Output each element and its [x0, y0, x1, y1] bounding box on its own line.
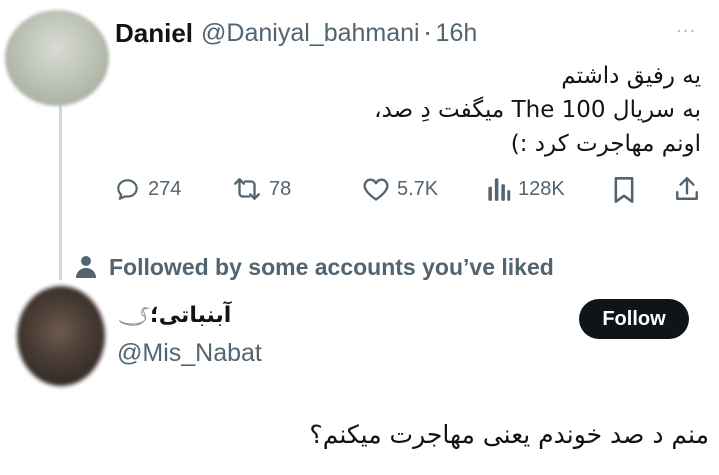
share-button[interactable]: [675, 176, 699, 202]
retweet-icon: [234, 178, 260, 200]
reply-count: 274: [148, 177, 182, 200]
user2-name[interactable]: آبنباتی؛: [150, 303, 231, 328]
user2-handle[interactable]: @Mis_Nabat: [117, 339, 262, 368]
retweet-count: 78: [269, 177, 292, 200]
more-icon[interactable]: ···: [676, 21, 696, 42]
avatar[interactable]: [5, 10, 109, 106]
bookmark-icon: [614, 177, 634, 203]
swan-icon: [118, 306, 150, 326]
retweet-button[interactable]: 78: [232, 176, 291, 202]
author-handle[interactable]: @Daniyal_bahmani: [201, 19, 420, 48]
tweet-text-line: به سریال The 100 میگفت دِ صد،: [374, 97, 701, 123]
tweet-actions: 274 78 5.7K 128K: [0, 172, 719, 208]
tweet-text: یه رفیق داشتم به سریال The 100 میگفت دِ …: [141, 59, 701, 161]
reply-button[interactable]: 274: [115, 176, 181, 202]
views-count: 128K: [518, 177, 565, 200]
person-icon: [76, 256, 96, 278]
views-icon: [488, 178, 511, 201]
views-button[interactable]: 128K: [487, 176, 565, 202]
follow-button[interactable]: Follow: [579, 299, 689, 339]
user2-name-row[interactable]: آبنباتی؛: [118, 303, 231, 328]
like-icon: [363, 178, 389, 201]
social-context-text: Followed by some accounts you’ve liked: [109, 253, 554, 280]
bookmark-button[interactable]: [613, 176, 635, 204]
separator: ·: [423, 18, 432, 48]
author-name[interactable]: Daniel: [115, 18, 193, 49]
avatar[interactable]: [17, 286, 105, 386]
tweet-header: Daniel @Daniyal_bahmani · 16h: [115, 15, 477, 51]
tweet-time[interactable]: 16h: [436, 19, 478, 48]
like-count: 5.7K: [397, 177, 439, 200]
tweet-text-line: یه رفیق داشتم: [561, 63, 701, 89]
like-button[interactable]: 5.7K: [362, 176, 438, 202]
tweet-text-line: اونم مهاجرت کرد :): [510, 131, 701, 157]
bottom-text: منم د صد خوندم یعنی مهاجرت میکنم؟: [309, 420, 709, 449]
share-icon: [676, 176, 698, 200]
reply-icon: [117, 179, 138, 200]
social-context: Followed by some accounts you’ve liked: [75, 252, 554, 282]
